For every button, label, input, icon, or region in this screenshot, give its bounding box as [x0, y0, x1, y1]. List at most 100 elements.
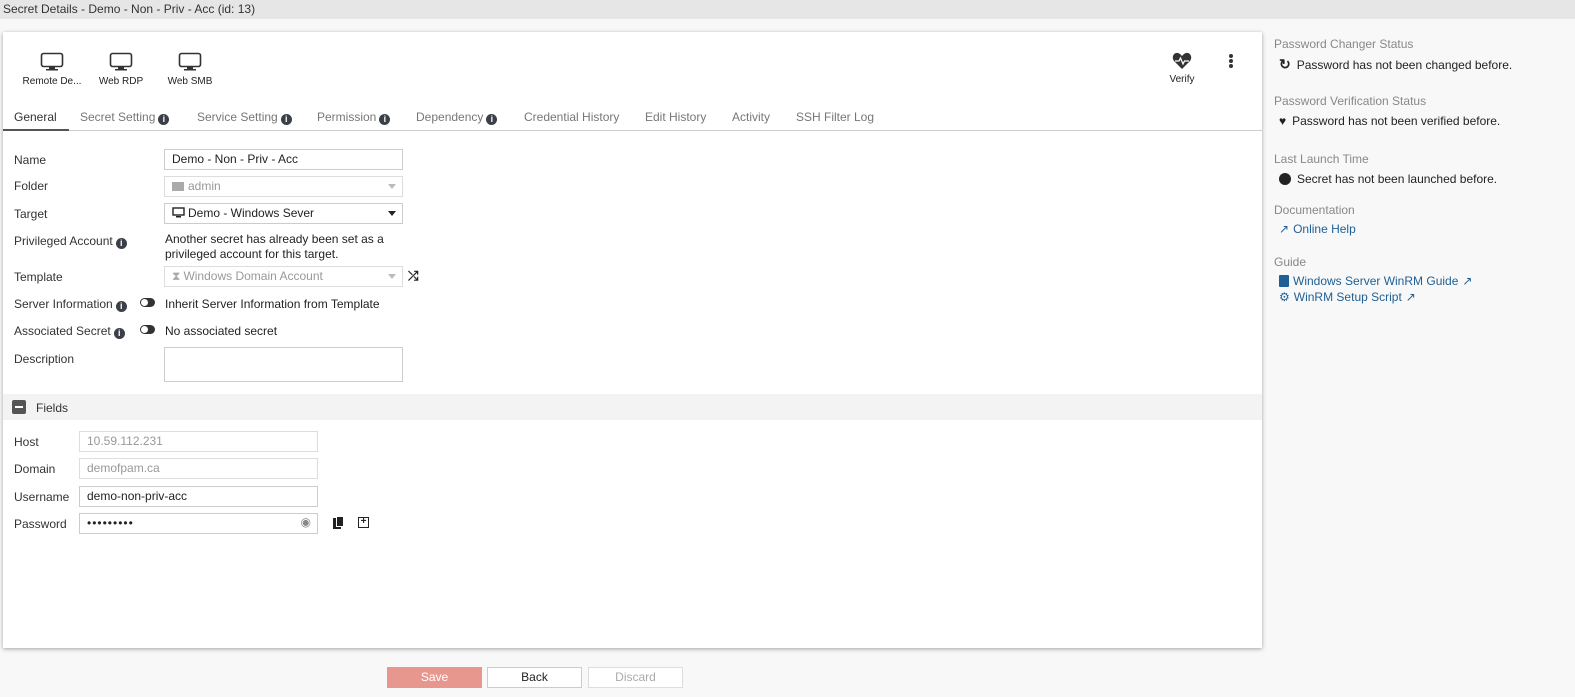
password-input[interactable]: ••••••••• ◉ — [79, 513, 318, 534]
link-text: Online Help — [1293, 222, 1356, 236]
winrm-setup-script-link[interactable]: ⚙ WinRM Setup Script ↗ — [1279, 290, 1416, 304]
chevron-down-icon — [388, 184, 396, 189]
external-link-icon: ↗ — [1462, 274, 1473, 288]
label-text: Server Information — [14, 297, 113, 311]
target-value: Demo - Windows Sever — [188, 206, 315, 220]
monitor-icon — [109, 52, 133, 71]
password-label: Password — [14, 517, 67, 531]
winrm-guide-link[interactable]: Windows Server WinRM Guide ↗ — [1279, 274, 1472, 288]
clock-icon — [1279, 173, 1291, 185]
domain-input[interactable]: demofpam.ca — [79, 458, 318, 479]
associated-secret-toggle[interactable] — [140, 325, 155, 334]
associated-secret-label: Associated Secret i — [14, 324, 125, 339]
status-text: Password has not been changed before. — [1296, 57, 1513, 72]
tab-general[interactable]: General — [3, 110, 69, 131]
shuffle-icon[interactable]: ⤮ — [408, 268, 418, 284]
secret-details-card: Remote De... Web RDP Web SMB Verify Gene… — [3, 32, 1262, 648]
copy-icon[interactable] — [333, 516, 344, 529]
tab-activity[interactable]: Activity — [732, 110, 770, 124]
info-icon: i — [486, 114, 498, 125]
add-icon[interactable]: + — [358, 517, 369, 528]
launcher-label: Web SMB — [167, 76, 213, 87]
launch-web-smb[interactable]: Web SMB — [155, 52, 225, 87]
tab-secret-setting[interactable]: Secret Setting i — [80, 110, 170, 125]
discard-button[interactable]: Discard — [588, 667, 683, 688]
tab-label: Permission — [317, 110, 377, 124]
changer-status-heading: Password Changer Status — [1274, 37, 1414, 51]
folder-select[interactable]: admin — [164, 176, 403, 197]
associated-secret-text: No associated secret — [165, 324, 278, 338]
documentation-heading: Documentation — [1274, 203, 1355, 217]
server-information-toggle[interactable] — [140, 298, 155, 307]
changer-status: ↻ Password has not been changed before. — [1279, 56, 1512, 73]
template-value: Windows Domain Account — [183, 269, 323, 283]
info-icon: i — [158, 114, 170, 125]
privileged-account-label: Privileged Account i — [14, 234, 127, 249]
last-launch-heading: Last Launch Time — [1274, 152, 1369, 166]
monitor-icon — [172, 207, 185, 218]
info-icon: i — [115, 301, 127, 312]
host-label: Host — [14, 435, 39, 449]
domain-label: Domain — [14, 462, 56, 476]
tab-label: General — [14, 110, 57, 124]
back-button[interactable]: Back — [487, 667, 582, 688]
tab-label: Edit History — [645, 110, 707, 124]
target-select[interactable]: Demo - Windows Sever — [164, 203, 403, 224]
fields-section-header[interactable]: Fields — [3, 394, 1262, 420]
folder-label: Folder — [14, 179, 49, 193]
description-label: Description — [14, 352, 75, 366]
tab-bar: General Secret Setting i Service Setting i… — [3, 108, 1262, 131]
link-text: WinRM Setup Script — [1293, 290, 1402, 304]
heartbeat-icon — [1172, 52, 1192, 69]
online-help-link[interactable]: ↗ Online Help — [1279, 222, 1356, 236]
save-button[interactable]: Save — [387, 667, 482, 688]
fields-title: Fields — [36, 401, 69, 415]
info-icon: i — [379, 114, 391, 125]
tab-dependency[interactable]: Dependency i — [416, 110, 498, 125]
refresh-icon: ↻ — [1279, 56, 1291, 72]
book-icon — [1279, 275, 1289, 287]
server-information-text: Inherit Server Information from Template — [165, 297, 380, 311]
template-select[interactable]: ⧗ Windows Domain Account — [164, 266, 403, 287]
launcher-label: Web RDP — [98, 76, 144, 87]
label-text: Privileged Account — [14, 234, 113, 248]
host-input[interactable]: 10.59.112.231 — [79, 431, 318, 452]
launch-remote-desktop[interactable]: Remote De... — [17, 52, 87, 87]
description-textarea[interactable] — [164, 347, 403, 382]
gear-icon: ⚙ — [1279, 290, 1290, 304]
monitor-icon — [40, 52, 64, 71]
server-information-label: Server Information i — [14, 297, 127, 312]
eye-icon[interactable]: ◉ — [301, 515, 312, 529]
hourglass-icon: ⧗ — [172, 269, 181, 283]
template-label: Template — [14, 270, 63, 284]
tab-label: Credential History — [524, 110, 620, 124]
info-icon: i — [113, 328, 125, 339]
tab-ssh-filter-log[interactable]: SSH Filter Log — [796, 110, 874, 124]
tab-service-setting[interactable]: Service Setting i — [197, 110, 292, 125]
label-text: Associated Secret — [14, 324, 111, 338]
tab-label: Activity — [732, 110, 771, 124]
folder-value: admin — [188, 179, 221, 193]
name-input[interactable]: Demo - Non - Priv - Acc — [164, 149, 403, 170]
tab-credential-history[interactable]: Credential History — [524, 110, 619, 124]
tab-edit-history[interactable]: Edit History — [645, 110, 706, 124]
guide-heading: Guide — [1274, 255, 1307, 269]
external-link-icon: ↗ — [1405, 290, 1416, 304]
more-options-icon[interactable] — [1229, 54, 1233, 68]
tab-permission[interactable]: Permission i — [317, 110, 391, 125]
username-input[interactable]: demo-non-priv-acc — [79, 486, 318, 507]
text-line: privileged account for this target. — [165, 247, 339, 261]
last-launch-status: Secret has not been launched before. — [1279, 172, 1497, 186]
verify-button[interactable]: Verify — [1146, 52, 1218, 85]
info-icon: i — [280, 114, 292, 125]
chevron-down-icon — [388, 211, 396, 216]
text-line: Another secret has already been set as a — [165, 232, 384, 246]
name-label: Name — [14, 153, 47, 167]
launch-web-rdp[interactable]: Web RDP — [86, 52, 156, 87]
target-label: Target — [14, 207, 48, 221]
heartbeat-icon: ♥ — [1279, 114, 1287, 128]
collapse-icon[interactable] — [12, 400, 26, 414]
verification-status-heading: Password Verification Status — [1274, 94, 1427, 108]
tab-label: Service Setting — [197, 110, 278, 124]
status-text: Secret has not been launched before. — [1297, 172, 1498, 186]
